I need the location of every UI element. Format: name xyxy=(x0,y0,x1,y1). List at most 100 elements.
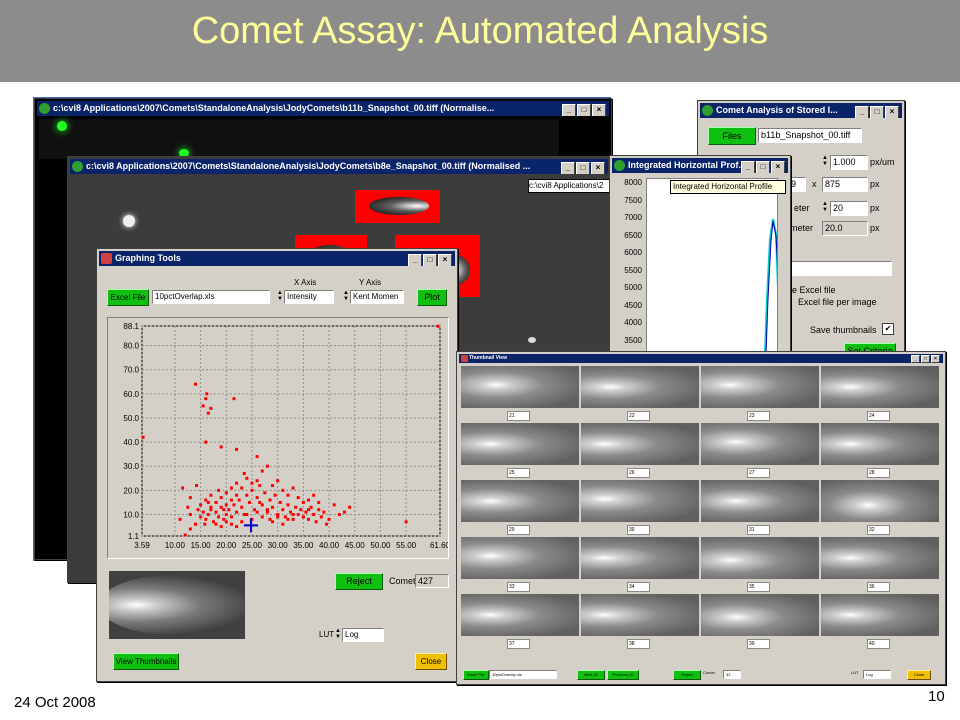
graphing-tools-window[interactable]: Graphing Tools _ □ × Excel File 10pctOverl… xyxy=(96,248,458,682)
data-point xyxy=(291,486,295,490)
thumbnail-image[interactable] xyxy=(821,537,939,579)
window-titlebar[interactable]: c:\cvi8 Applications\2007\Comets\Standal… xyxy=(37,101,609,116)
window-titlebar[interactable]: Thumbnail View _ □ × xyxy=(459,354,943,363)
option-single-excel[interactable]: le Excel file xyxy=(790,285,836,295)
data-point xyxy=(314,520,318,524)
close-button[interactable]: Close xyxy=(415,653,447,670)
maximize-button[interactable]: □ xyxy=(756,161,770,173)
thumbnail-image[interactable] xyxy=(461,537,579,579)
minimize-button[interactable]: _ xyxy=(855,106,869,118)
data-point xyxy=(258,500,262,504)
thumbnail-image[interactable] xyxy=(701,480,819,522)
thumbnail-image[interactable] xyxy=(701,366,819,408)
thumbnail-image[interactable] xyxy=(821,423,939,465)
excel-file-field[interactable]: 10pctOverlap.xls xyxy=(489,670,557,679)
data-point xyxy=(245,476,249,480)
window-titlebar[interactable]: Graphing Tools _ □ × xyxy=(99,251,455,266)
plot-button[interactable]: Plot xyxy=(417,289,447,306)
y-tick-label: 30.0 xyxy=(123,462,139,471)
y-tick-label: 40.0 xyxy=(123,438,139,447)
excel-file-button[interactable]: Excel File xyxy=(463,670,489,680)
comet-roi[interactable] xyxy=(355,190,440,223)
x-axis-select[interactable]: Intensity xyxy=(284,290,334,304)
minimize-button[interactable]: _ xyxy=(741,161,755,173)
thumbnail-image[interactable] xyxy=(581,480,699,522)
thumbnail-image[interactable] xyxy=(461,594,579,636)
profile-y-tick: 7000 xyxy=(624,213,642,222)
window-title: Graphing Tools xyxy=(115,253,181,263)
lut-select[interactable]: Log xyxy=(342,628,384,642)
data-point xyxy=(271,484,275,488)
close-button[interactable]: × xyxy=(591,162,605,174)
scale-field[interactable]: 1.000 xyxy=(830,155,868,170)
slide-page-number: 10 xyxy=(928,688,945,705)
reject-button[interactable]: Reject xyxy=(335,573,383,590)
thumbnail-image[interactable] xyxy=(581,594,699,636)
thumbnail-image[interactable] xyxy=(821,480,939,522)
close-button[interactable]: Close xyxy=(907,670,931,680)
excel-file-field[interactable]: 10pctOverlap.xls xyxy=(152,290,270,304)
profile-window[interactable]: Integrated Horizontal Prof... _ □ × 8000 75… xyxy=(609,155,791,357)
x-tick-label: 50.00 xyxy=(370,541,391,550)
window-titlebar[interactable]: c:\cvi8 Applications\2007\Comets\Standal… xyxy=(70,159,608,174)
reject-button[interactable]: Reject xyxy=(673,670,701,680)
maximize-button[interactable]: □ xyxy=(870,106,884,118)
thumbnail-image[interactable] xyxy=(461,423,579,465)
lut-select[interactable]: Log xyxy=(863,670,891,679)
window-titlebar[interactable]: Comet Analysis of Stored I... _ □ × xyxy=(700,103,902,118)
close-button[interactable]: × xyxy=(885,106,899,118)
option-excel-per-image[interactable]: Excel file per image xyxy=(798,297,877,307)
files-button[interactable]: Files xyxy=(708,127,756,145)
close-button[interactable]: × xyxy=(438,254,452,266)
previous-20-button[interactable]: Previous 20 xyxy=(607,670,639,680)
data-point xyxy=(188,527,192,531)
close-button[interactable]: × xyxy=(771,161,785,173)
data-point xyxy=(188,496,192,500)
data-point xyxy=(229,515,233,519)
maximize-button[interactable]: □ xyxy=(577,104,591,116)
output-field[interactable] xyxy=(788,261,892,276)
thumbnail-image[interactable] xyxy=(821,594,939,636)
save-thumbnails-checkbox[interactable]: ✔ xyxy=(882,323,894,335)
window-titlebar[interactable]: Integrated Horizontal Prof... _ □ × xyxy=(612,158,788,173)
close-button[interactable]: × xyxy=(592,104,606,116)
data-point xyxy=(201,404,205,408)
minimize-button[interactable]: _ xyxy=(408,254,422,266)
thumbnail-image[interactable] xyxy=(821,366,939,408)
maximize-button[interactable]: □ xyxy=(423,254,437,266)
y-axis-spinner[interactable]: ▲ ▼ xyxy=(343,290,350,303)
spinner[interactable]: ▲ ▼ xyxy=(822,155,829,168)
thumbnail-image[interactable] xyxy=(581,366,699,408)
lut-spinner[interactable]: ▲ ▼ xyxy=(335,628,342,641)
maximize-button[interactable]: □ xyxy=(576,162,590,174)
minimize-button[interactable]: _ xyxy=(561,162,575,174)
x-tick-label: 20.00 xyxy=(216,541,237,550)
thumbnail-image[interactable] xyxy=(581,537,699,579)
close-button[interactable]: × xyxy=(931,355,940,363)
x-axis-spinner[interactable]: ▲ ▼ xyxy=(277,290,284,303)
maximize-button[interactable]: □ xyxy=(921,355,930,363)
data-point xyxy=(199,503,203,507)
spinner[interactable]: ▲ ▼ xyxy=(822,201,829,214)
thumbnail-image[interactable] xyxy=(701,594,819,636)
thumbnail-image[interactable] xyxy=(701,537,819,579)
thumbnail-view-window[interactable]: Thumbnail View _ □ × 21 22 23 24 25 26 27 28 29 30 3… xyxy=(456,351,946,685)
view-thumbnails-button[interactable]: View Thumbnails xyxy=(113,653,179,670)
thumbnail-image[interactable] xyxy=(461,480,579,522)
thumbnail-image[interactable] xyxy=(461,366,579,408)
next-20-button[interactable]: Next 20 xyxy=(577,670,605,680)
y-axis-select[interactable]: Kent Momen xyxy=(350,290,404,304)
profile-plot xyxy=(646,178,778,355)
height-field[interactable]: 875 xyxy=(822,177,868,192)
data-point xyxy=(188,513,192,517)
minimize-button[interactable]: _ xyxy=(911,355,920,363)
data-point xyxy=(301,515,305,519)
minimize-button[interactable]: _ xyxy=(562,104,576,116)
file-name-field[interactable]: b11b_Snapshot_00.tiff xyxy=(758,128,862,143)
thumbnail-image[interactable] xyxy=(581,423,699,465)
excel-file-button[interactable]: Excel File xyxy=(107,289,149,306)
thumbnail-image[interactable] xyxy=(701,423,819,465)
comet-image xyxy=(369,197,429,215)
param1-field[interactable]: 20 xyxy=(830,201,868,216)
data-point xyxy=(271,505,275,509)
